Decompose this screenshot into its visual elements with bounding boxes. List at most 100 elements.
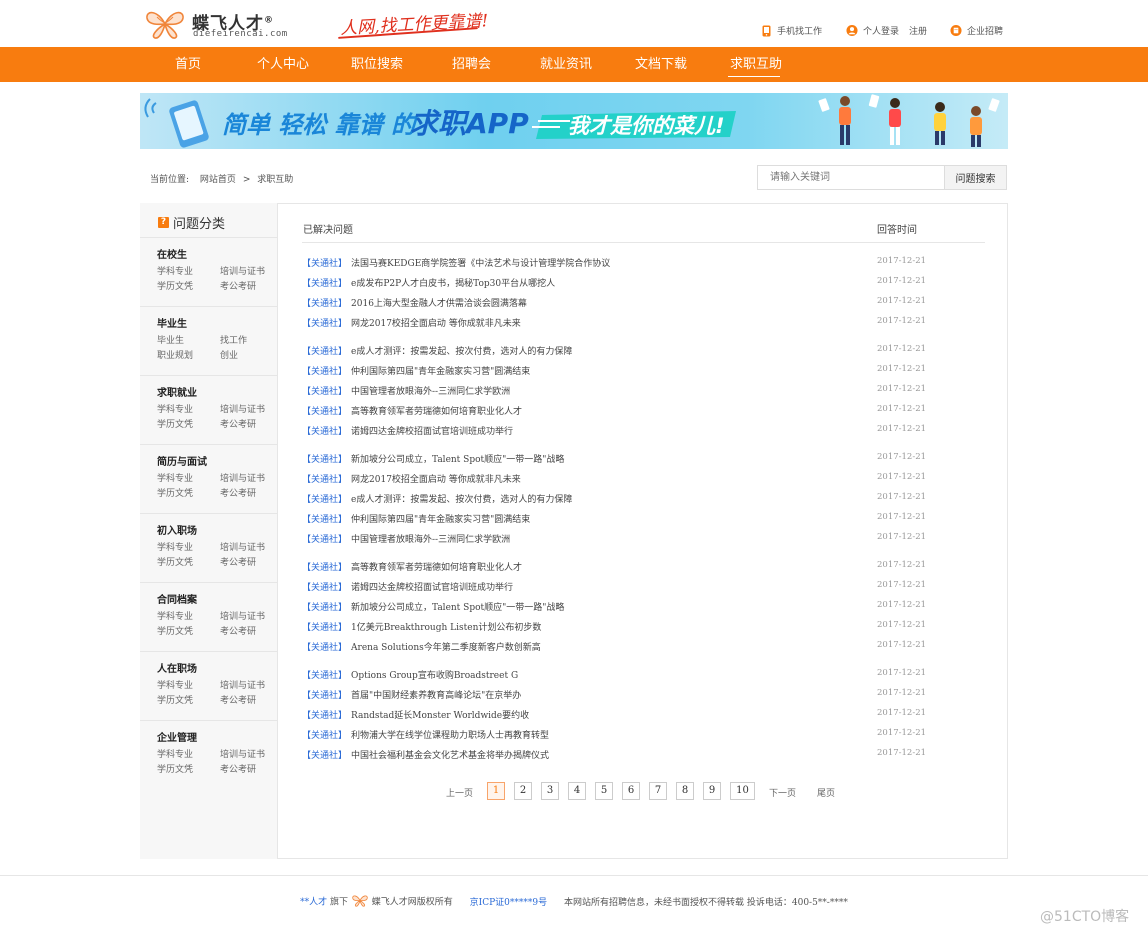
category-link[interactable]: 学历文凭: [157, 555, 193, 568]
category-title[interactable]: 初入职场: [157, 522, 197, 537]
category-link[interactable]: 培训与证书: [220, 402, 265, 415]
category-link[interactable]: 学历文凭: [157, 693, 193, 706]
category-link[interactable]: 考公考研: [220, 279, 256, 292]
question-title[interactable]: 仲利国际第四届"青年金融家实习营"圆满结束: [351, 515, 530, 525]
nav-home[interactable]: 首页: [175, 47, 201, 82]
question-row[interactable]: 【关通社】 网龙2017校招全面启动 等你成就非凡未来 2017-12-21: [302, 316, 962, 330]
question-row[interactable]: 【关通社】 网龙2017校招全面启动 等你成就非凡未来 2017-12-21: [302, 472, 962, 486]
nav-documents[interactable]: 文档下载: [635, 47, 687, 82]
category-title[interactable]: 毕业生: [157, 315, 187, 330]
question-row[interactable]: 【关通社】 高等教育领军者劳瑞德如何培育职业化人才 2017-12-21: [302, 560, 962, 574]
question-title[interactable]: 首届"中国财经素养教育高峰论坛"在京举办: [351, 691, 521, 701]
category-title[interactable]: 人在职场: [157, 660, 197, 675]
question-tag[interactable]: 【关通社】: [302, 711, 347, 721]
breadcrumb-home[interactable]: 网站首页: [200, 175, 236, 185]
pager-page[interactable]: 8: [676, 782, 694, 800]
question-title[interactable]: e成人才测评：按需发起、按次付费，选对人的有力保障: [351, 495, 572, 505]
question-row[interactable]: 【关通社】 仲利国际第四届"青年金融家实习营"圆满结束 2017-12-21: [302, 512, 962, 526]
category-link[interactable]: 职业规划: [157, 348, 193, 361]
category-title[interactable]: 企业管理: [157, 729, 197, 744]
question-tag[interactable]: 【关通社】: [302, 279, 347, 289]
question-title[interactable]: 中国社会福利基金会文化艺术基金将举办揭牌仪式: [351, 751, 549, 761]
question-row[interactable]: 【关通社】 仲利国际第四届"青年金融家实习营"圆满结束 2017-12-21: [302, 364, 962, 378]
question-title[interactable]: 新加坡分公司成立，Talent Spot顺应"一带一路"战略: [351, 455, 564, 465]
question-tag[interactable]: 【关通社】: [302, 259, 347, 269]
question-tag[interactable]: 【关通社】: [302, 319, 347, 329]
question-title[interactable]: Arena Solutions今年第二季度新客户数创新高: [351, 643, 541, 653]
question-row[interactable]: 【关通社】 法国马赛KEDGE商学院签署《中法艺术与设计管理学院合作协议 2017-…: [302, 256, 962, 270]
nav-job-fair[interactable]: 招聘会: [452, 47, 491, 82]
question-title[interactable]: 1亿美元Breakthrough Listen计划公布初步数: [351, 623, 541, 633]
category-link[interactable]: 学科专业: [157, 609, 193, 622]
category-link[interactable]: 创业: [220, 348, 238, 361]
question-title[interactable]: 中国管理者放眼海外--三洲同仁求学欧洲: [351, 387, 510, 397]
question-title[interactable]: 网龙2017校招全面启动 等你成就非凡未来: [351, 475, 521, 485]
question-tag[interactable]: 【关通社】: [302, 455, 347, 465]
question-title[interactable]: Randstad延长Monster Worldwide要约收: [351, 711, 529, 721]
category-link[interactable]: 学科专业: [157, 471, 193, 484]
footer-brand[interactable]: **人才: [300, 898, 327, 908]
category-link[interactable]: 考公考研: [220, 762, 256, 775]
register-link[interactable]: 注册: [909, 24, 927, 37]
question-tag[interactable]: 【关通社】: [302, 623, 347, 633]
question-title[interactable]: 网龙2017校招全面启动 等你成就非凡未来: [351, 319, 521, 329]
pager-page[interactable]: 10: [730, 782, 755, 800]
question-row[interactable]: 【关通社】 高等教育领军者劳瑞德如何培育职业化人才 2017-12-21: [302, 404, 962, 418]
pager-page[interactable]: 4: [568, 782, 586, 800]
pager-page[interactable]: 2: [514, 782, 532, 800]
question-tag[interactable]: 【关通社】: [302, 475, 347, 485]
question-title[interactable]: 2016上海大型金融人才供需洽谈会圆满落幕: [351, 299, 527, 309]
category-link[interactable]: 培训与证书: [220, 678, 265, 691]
footer-icp-link[interactable]: 京ICP证0*****9号: [470, 898, 547, 908]
category-title[interactable]: 求职就业: [157, 384, 197, 399]
question-tag[interactable]: 【关通社】: [302, 367, 347, 377]
question-tag[interactable]: 【关通社】: [302, 427, 347, 437]
question-tag[interactable]: 【关通社】: [302, 347, 347, 357]
question-title[interactable]: 诺姆四达金牌校招面试官培训班成功举行: [351, 583, 513, 593]
question-title[interactable]: 高等教育领军者劳瑞德如何培育职业化人才: [351, 407, 522, 417]
category-link[interactable]: 学科专业: [157, 678, 193, 691]
search-button[interactable]: 问题搜索: [944, 165, 1007, 190]
category-link[interactable]: 培训与证书: [220, 540, 265, 553]
search-input[interactable]: [757, 165, 945, 190]
question-title[interactable]: 高等教育领军者劳瑞德如何培育职业化人才: [351, 563, 522, 573]
category-title[interactable]: 合同档案: [157, 591, 197, 606]
question-row[interactable]: 【关通社】 诺姆四达金牌校招面试官培训班成功举行 2017-12-21: [302, 424, 962, 438]
question-tag[interactable]: 【关通社】: [302, 751, 347, 761]
pager-page[interactable]: 5: [595, 782, 613, 800]
question-tag[interactable]: 【关通社】: [302, 603, 347, 613]
question-row[interactable]: 【关通社】 诺姆四达金牌校招面试官培训班成功举行 2017-12-21: [302, 580, 962, 594]
category-link[interactable]: 学科专业: [157, 540, 193, 553]
category-link[interactable]: 找工作: [220, 333, 247, 346]
question-title[interactable]: 利物浦大学在线学位课程助力职场人士再教育转型: [351, 731, 549, 741]
question-title[interactable]: 中国管理者放眼海外--三洲同仁求学欧洲: [351, 535, 510, 545]
question-title[interactable]: Options Group宣布收购Broadstreet G: [351, 671, 518, 681]
question-row[interactable]: 【关通社】 e成发布P2P人才白皮书，揭秘Top30平台从哪挖人 2017-12-2…: [302, 276, 962, 290]
question-tag[interactable]: 【关通社】: [302, 643, 347, 653]
pager-prev[interactable]: 上一页: [446, 786, 473, 799]
pager-next[interactable]: 下一页: [769, 786, 796, 799]
question-row[interactable]: 【关通社】 1亿美元Breakthrough Listen计划公布初步数 2017-…: [302, 620, 962, 634]
question-row[interactable]: 【关通社】 e成人才测评：按需发起、按次付费，选对人的有力保障 2017-12-21: [302, 492, 962, 506]
category-link[interactable]: 培训与证书: [220, 471, 265, 484]
question-tag[interactable]: 【关通社】: [302, 583, 347, 593]
category-title[interactable]: 简历与面试: [157, 453, 207, 468]
nav-job-search[interactable]: 职位搜索: [351, 47, 403, 82]
question-title[interactable]: e成发布P2P人才白皮书，揭秘Top30平台从哪挖人: [351, 279, 555, 289]
nav-employment-news[interactable]: 就业资讯: [540, 47, 592, 82]
category-link[interactable]: 学历文凭: [157, 279, 193, 292]
category-link[interactable]: 培训与证书: [220, 609, 265, 622]
question-row[interactable]: 【关通社】 Options Group宣布收购Broadstreet G 2017-…: [302, 668, 962, 682]
category-link[interactable]: 学科专业: [157, 264, 193, 277]
breadcrumb-current[interactable]: 求职互助: [257, 175, 293, 185]
question-row[interactable]: 【关通社】 新加坡分公司成立，Talent Spot顺应"一带一路"战略 2017-…: [302, 452, 962, 466]
question-row[interactable]: 【关通社】 Randstad延长Monster Worldwide要约收 2017-…: [302, 708, 962, 722]
question-row[interactable]: 【关通社】 2016上海大型金融人才供需洽谈会圆满落幕 2017-12-21: [302, 296, 962, 310]
category-link[interactable]: 考公考研: [220, 693, 256, 706]
category-link[interactable]: 考公考研: [220, 417, 256, 430]
mobile-job-link[interactable]: 手机找工作: [760, 24, 822, 37]
category-link[interactable]: 考公考研: [220, 486, 256, 499]
category-link[interactable]: 培训与证书: [220, 747, 265, 760]
pager-page[interactable]: 7: [649, 782, 667, 800]
category-link[interactable]: 毕业生: [157, 333, 184, 346]
